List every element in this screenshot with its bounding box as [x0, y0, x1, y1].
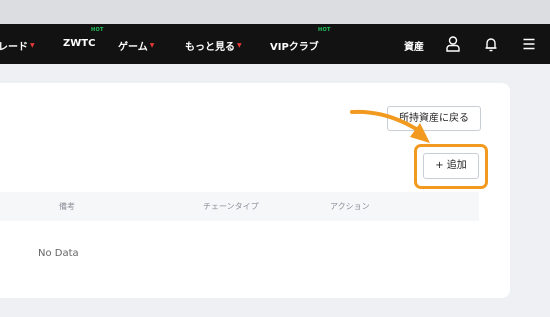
column-header-action: アクション [330, 202, 370, 211]
column-header-note: 備考 [59, 202, 75, 211]
add-button[interactable]: + 追加 [423, 153, 479, 179]
empty-state-text: No Data [38, 248, 79, 259]
column-header-chain-type: チェーンタイプ [203, 202, 259, 211]
table-header: 備考 チェーンタイプ アクション [0, 192, 479, 221]
